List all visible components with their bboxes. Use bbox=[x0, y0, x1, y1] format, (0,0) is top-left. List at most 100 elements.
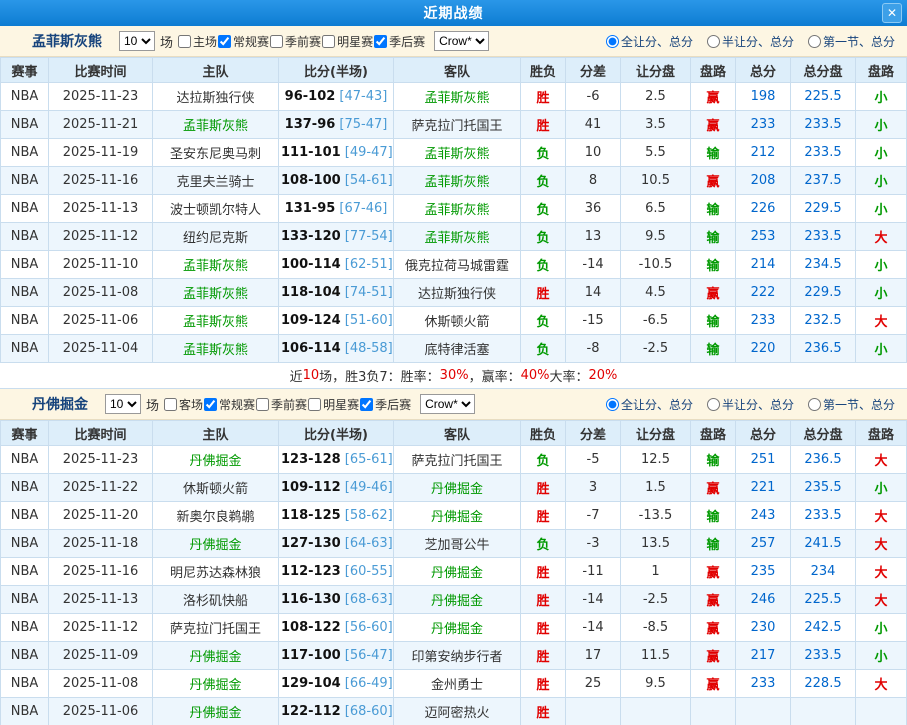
checkbox-input[interactable] bbox=[256, 398, 269, 411]
scope-radio[interactable]: 第一节、总分 bbox=[808, 396, 895, 413]
checkbox-input[interactable] bbox=[270, 35, 283, 48]
win-lose-cell: 胜 bbox=[521, 279, 566, 307]
handicap-line-cell: 2.5 bbox=[621, 83, 691, 111]
filter-checkboxes: 客场常规赛季前赛明星赛季后赛 bbox=[164, 396, 411, 413]
radio-input[interactable] bbox=[707, 35, 720, 48]
final-score: 118-104 bbox=[281, 285, 341, 300]
checkbox-input[interactable] bbox=[204, 398, 217, 411]
odds-type-select[interactable]: Crow* bbox=[434, 31, 489, 51]
scope-radio[interactable]: 半让分、总分 bbox=[707, 396, 794, 413]
scope-radio[interactable]: 第一节、总分 bbox=[808, 33, 895, 50]
win-lose-cell: 负 bbox=[521, 195, 566, 223]
column-header: 盘路 bbox=[856, 58, 907, 83]
filter-checkbox[interactable]: 客场 bbox=[164, 396, 203, 413]
over-under-cell: 小 bbox=[856, 279, 907, 307]
checkbox-input[interactable] bbox=[164, 398, 177, 411]
radio-input[interactable] bbox=[707, 398, 720, 411]
half-score: [68-63] bbox=[341, 592, 393, 607]
point-diff-cell: 10 bbox=[566, 139, 621, 167]
game-row: NBA2025-11-16明尼苏达森林狼112-123 [60-55]丹佛掘金胜… bbox=[1, 558, 907, 586]
game-row: NBA2025-11-13洛杉矶快船116-130 [68-63]丹佛掘金胜-1… bbox=[1, 586, 907, 614]
summary-text: 40% bbox=[521, 368, 550, 383]
handicap-line-cell: 9.5 bbox=[621, 223, 691, 251]
half-score: [48-58] bbox=[341, 341, 393, 356]
half-score: [62-51] bbox=[341, 257, 393, 272]
checkbox-input[interactable] bbox=[178, 35, 191, 48]
half-score: [66-49] bbox=[341, 676, 393, 691]
odds-type-select[interactable]: Crow* bbox=[420, 394, 475, 414]
over-under-cell: 小 bbox=[856, 642, 907, 670]
total-line-cell: 228.5 bbox=[791, 670, 856, 698]
win-lose-cell: 胜 bbox=[521, 502, 566, 530]
handicap-result-cell: 输 bbox=[691, 195, 736, 223]
away-team-cell: 萨克拉门托国王 bbox=[394, 111, 521, 139]
over-under-cell: 小 bbox=[856, 111, 907, 139]
score-cell: 109-112 [49-46] bbox=[279, 474, 394, 502]
total-points-cell: 233 bbox=[736, 670, 791, 698]
scope-radio[interactable]: 全让分、总分 bbox=[606, 396, 693, 413]
score-cell: 108-100 [54-61] bbox=[279, 167, 394, 195]
home-team-cell: 丹佛掘金 bbox=[153, 530, 279, 558]
half-score: [65-61] bbox=[341, 452, 393, 467]
filter-checkbox[interactable]: 明星赛 bbox=[308, 396, 359, 413]
score-cell: 106-114 [48-58] bbox=[279, 335, 394, 363]
filter-checkbox[interactable]: 常规赛 bbox=[204, 396, 255, 413]
handicap-line-cell: 6.5 bbox=[621, 195, 691, 223]
over-under-cell: 大 bbox=[856, 446, 907, 474]
home-team-cell: 新奥尔良鹈鹕 bbox=[153, 502, 279, 530]
league-cell: NBA bbox=[1, 111, 49, 139]
league-cell: NBA bbox=[1, 251, 49, 279]
checkbox-input[interactable] bbox=[308, 398, 321, 411]
game-row: NBA2025-11-12萨克拉门托国王108-122 [56-60]丹佛掘金胜… bbox=[1, 614, 907, 642]
filter-checkbox[interactable]: 季后赛 bbox=[374, 33, 425, 50]
total-points-cell: 221 bbox=[736, 474, 791, 502]
titlebar: 近期战绩 ✕ bbox=[0, 0, 907, 26]
filter-checkbox[interactable]: 常规赛 bbox=[218, 33, 269, 50]
point-diff-cell: 8 bbox=[566, 167, 621, 195]
score-cell: 117-100 [56-47] bbox=[279, 642, 394, 670]
scope-radio[interactable]: 半让分、总分 bbox=[707, 33, 794, 50]
games-count-select[interactable]: 10 bbox=[105, 394, 141, 414]
radio-input[interactable] bbox=[808, 398, 821, 411]
scope-radio[interactable]: 全让分、总分 bbox=[606, 33, 693, 50]
win-lose-cell: 胜 bbox=[521, 111, 566, 139]
checkbox-input[interactable] bbox=[360, 398, 373, 411]
filter-checkbox[interactable]: 季前赛 bbox=[270, 33, 321, 50]
away-team-cell: 丹佛掘金 bbox=[394, 558, 521, 586]
away-team-cell: 达拉斯独行侠 bbox=[394, 279, 521, 307]
date-cell: 2025-11-13 bbox=[49, 195, 153, 223]
game-row: NBA2025-11-21孟菲斯灰熊137-96 [75-47]萨克拉门托国王胜… bbox=[1, 111, 907, 139]
point-diff-cell bbox=[566, 698, 621, 725]
games-count-label: 场 bbox=[146, 395, 159, 414]
home-team-cell: 孟菲斯灰熊 bbox=[153, 111, 279, 139]
column-header: 让分盘 bbox=[621, 421, 691, 446]
away-team-cell: 孟菲斯灰熊 bbox=[394, 223, 521, 251]
column-header: 胜负 bbox=[521, 421, 566, 446]
final-score: 137-96 bbox=[285, 117, 336, 132]
filter-checkbox[interactable]: 明星赛 bbox=[322, 33, 373, 50]
date-cell: 2025-11-22 bbox=[49, 474, 153, 502]
games-count-select[interactable]: 10 bbox=[119, 31, 155, 51]
filter-checkbox[interactable]: 季前赛 bbox=[256, 396, 307, 413]
close-button[interactable]: ✕ bbox=[882, 3, 902, 23]
checkbox-input[interactable] bbox=[322, 35, 335, 48]
date-cell: 2025-11-20 bbox=[49, 502, 153, 530]
league-cell: NBA bbox=[1, 530, 49, 558]
total-line-cell: 236.5 bbox=[791, 335, 856, 363]
table-header-row: 赛事比赛时间主队比分(半场)客队胜负分差让分盘盘路总分总分盘盘路 bbox=[1, 421, 907, 446]
date-cell: 2025-11-16 bbox=[49, 167, 153, 195]
filter-checkbox[interactable]: 季后赛 bbox=[360, 396, 411, 413]
handicap-line-cell bbox=[621, 698, 691, 725]
league-cell: NBA bbox=[1, 614, 49, 642]
handicap-line-cell: 11.5 bbox=[621, 642, 691, 670]
radio-input[interactable] bbox=[606, 398, 619, 411]
game-row: NBA2025-11-04孟菲斯灰熊106-114 [48-58]底特律活塞负-… bbox=[1, 335, 907, 363]
total-points-cell: 233 bbox=[736, 111, 791, 139]
filter-checkbox[interactable]: 主场 bbox=[178, 33, 217, 50]
checkbox-input[interactable] bbox=[374, 35, 387, 48]
checkbox-input[interactable] bbox=[218, 35, 231, 48]
radio-input[interactable] bbox=[808, 35, 821, 48]
point-diff-cell: 41 bbox=[566, 111, 621, 139]
total-line-cell: 225.5 bbox=[791, 586, 856, 614]
radio-input[interactable] bbox=[606, 35, 619, 48]
